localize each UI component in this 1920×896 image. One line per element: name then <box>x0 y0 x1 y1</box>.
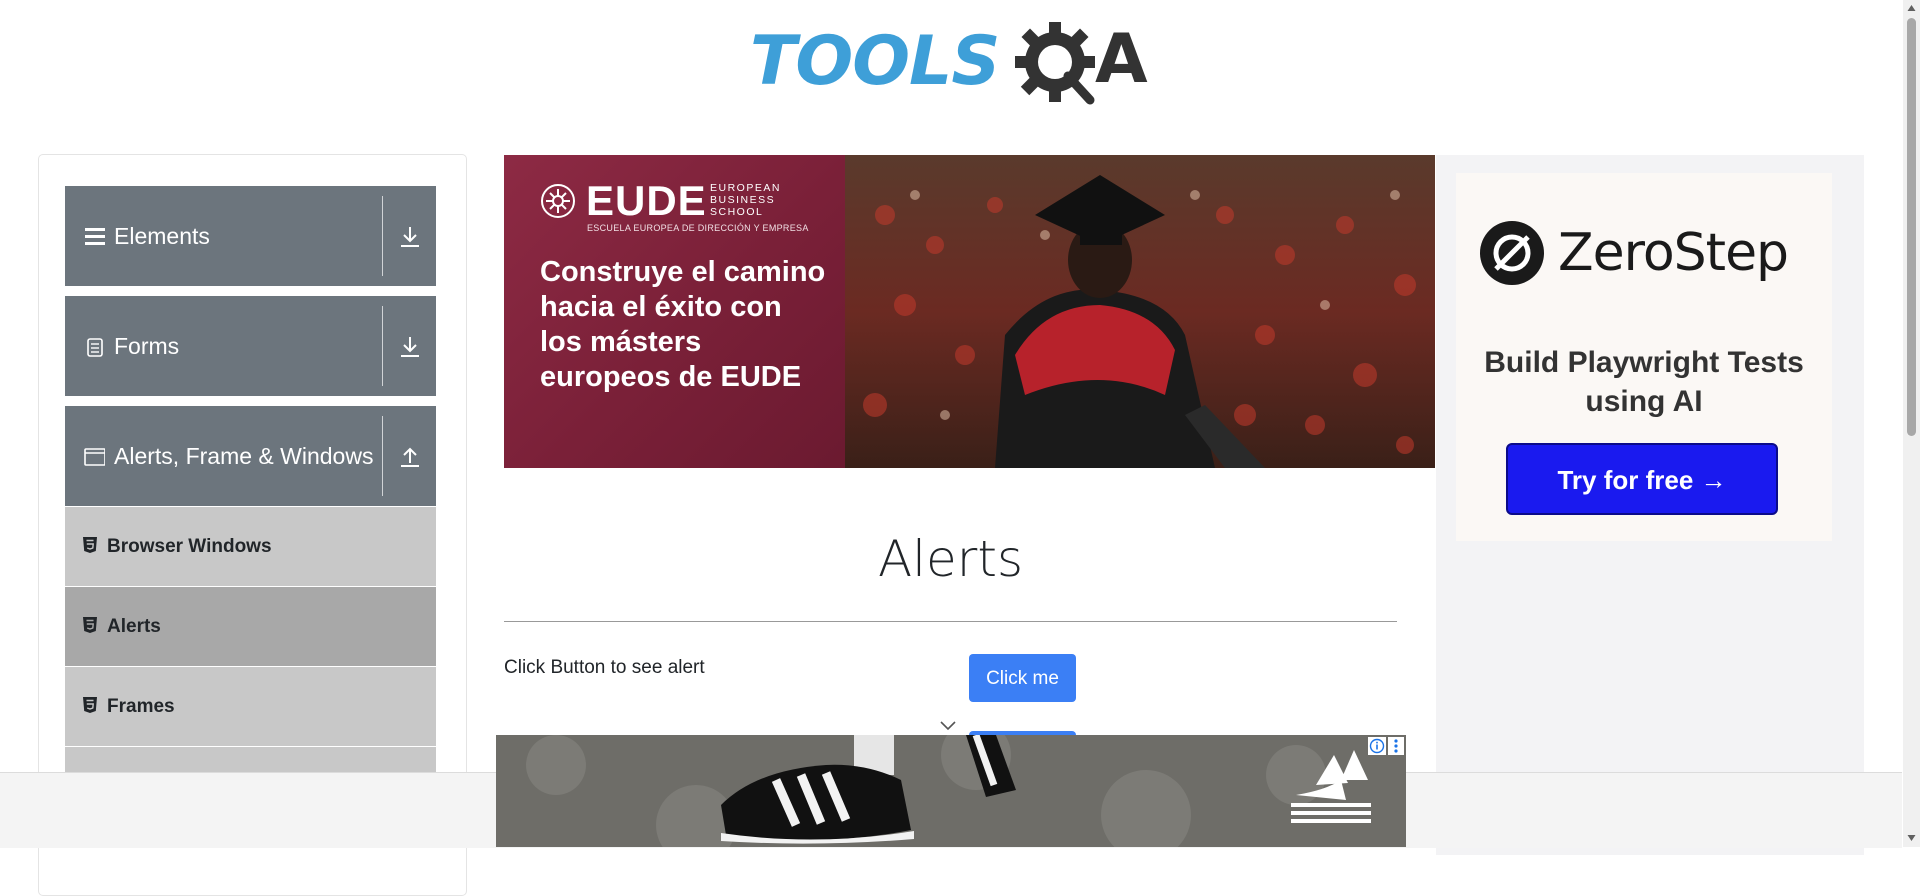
sidebar-group-label: Alerts, Frame & Windows <box>114 443 374 469</box>
sneaker-photo <box>496 735 1406 847</box>
upload-arrow-icon[interactable] <box>398 444 422 470</box>
eude-brand: EUDE <box>586 177 707 224</box>
try-for-free-button[interactable]: Try for free → <box>1506 443 1778 515</box>
eude-brand-sub: EUROPEAN BUSINESS SCHOOL <box>710 182 781 218</box>
html5-icon <box>83 537 97 553</box>
window-icon <box>84 448 105 466</box>
alert-row-label: Click Button to see alert <box>504 657 705 678</box>
ad-text-panel: EUDE EUROPEAN BUSINESS SCHOOL ESCUELA EU… <box>504 155 845 468</box>
sidebar-item-label: Frames <box>107 696 175 717</box>
zerostep-brand: ZeroStep <box>1558 223 1789 283</box>
divider <box>382 306 383 386</box>
sidebar-item-frames[interactable]: Frames <box>65 667 436 747</box>
logo-letter-a: A <box>1095 20 1148 99</box>
scroll-up-arrow-icon[interactable] <box>1907 4 1916 12</box>
scrollbar-thumb[interactable] <box>1907 18 1916 436</box>
zerostep-logo-icon <box>1480 221 1544 285</box>
zerostep-card: ZeroStep Build Playwright Tests using AI… <box>1456 173 1832 541</box>
sidebar-item-label: Alerts <box>107 616 161 637</box>
sidebar-item-label: Browser Windows <box>107 536 272 557</box>
sidebar-group-forms[interactable]: Forms <box>65 296 436 396</box>
graduation-photo <box>845 155 1435 468</box>
divider <box>382 196 383 276</box>
vertical-scrollbar[interactable] <box>1903 0 1920 847</box>
page-title: Alerts <box>877 530 1024 588</box>
html5-icon <box>83 617 97 633</box>
ad-headline: Construye el camino hacia el éxito con l… <box>540 256 826 393</box>
eude-brand-sub2: ESCUELA EUROPEA DE DIRECCIÓN Y EMPRESA <box>587 223 809 233</box>
download-arrow-icon[interactable] <box>398 334 422 360</box>
sidebar-group-label: Elements <box>114 223 210 249</box>
alert-button[interactable]: Click me <box>969 654 1076 702</box>
hamburger-icon <box>85 228 105 245</box>
sidebar-item-alerts[interactable]: Alerts <box>65 587 436 667</box>
ad-info-icon[interactable] <box>1368 737 1386 755</box>
eude-emblem-icon <box>541 184 575 218</box>
divider <box>382 416 383 496</box>
document-icon <box>87 338 103 357</box>
sidebar-item-browser-windows[interactable]: Browser Windows <box>65 507 436 587</box>
sidebar-group-label: Forms <box>114 333 180 359</box>
adidas-ad[interactable] <box>496 735 1406 847</box>
toolsqa-logo[interactable]: TOOLS A <box>750 18 1155 114</box>
logo-text: TOOLS <box>750 22 1000 101</box>
eude-ad-banner[interactable]: EUDE EUROPEAN BUSINESS SCHOOL ESCUELA EU… <box>504 155 1435 468</box>
ad-options-icon[interactable] <box>1388 737 1404 755</box>
zerostep-tagline: Build Playwright Tests using AI <box>1484 346 1804 418</box>
sidebar-group-alerts-frame-windows[interactable]: Alerts, Frame & Windows <box>65 406 436 506</box>
chevron-down-icon[interactable] <box>938 719 958 733</box>
scroll-down-arrow-icon[interactable] <box>1907 834 1916 842</box>
download-arrow-icon[interactable] <box>398 224 422 250</box>
sidebar-group-elements[interactable]: Elements <box>65 186 436 286</box>
zerostep-ad[interactable]: ZeroStep Build Playwright Tests using AI… <box>1436 155 1864 855</box>
html5-icon <box>83 697 97 713</box>
title-divider <box>504 621 1397 622</box>
